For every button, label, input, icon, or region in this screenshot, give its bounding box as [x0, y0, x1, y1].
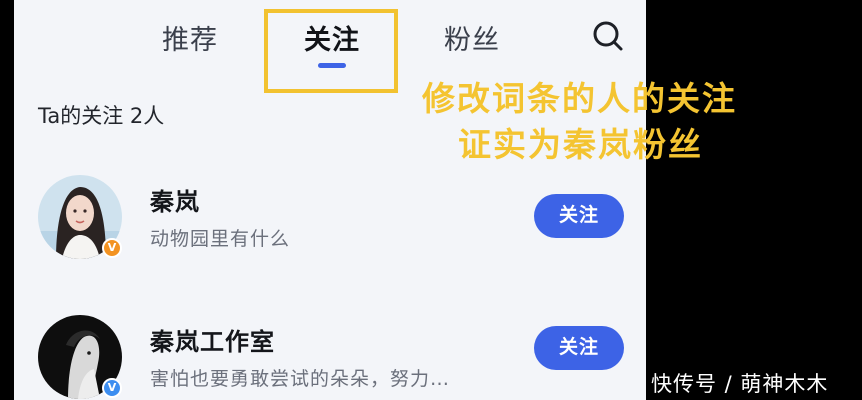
account-description: 害怕也要勇敢尝试的朵朵，努力…: [150, 368, 451, 390]
annotation-caption-line-2: 证实为秦岚粉丝: [458, 125, 703, 164]
list-item[interactable]: V 秦岚 动物园里有什么 关注: [14, 160, 646, 270]
search-button[interactable]: [590, 18, 626, 54]
search-icon: [593, 21, 623, 51]
annotation-caption-line-1: 修改词条的人的关注: [422, 79, 737, 118]
tab-recommend[interactable]: 推荐: [162, 18, 218, 57]
annotation-highlight-box: [264, 9, 398, 93]
tab-fans[interactable]: 粉丝: [444, 18, 500, 57]
verified-badge: V: [102, 378, 122, 398]
verified-badge: V: [102, 238, 122, 258]
screenshot-stage: 推荐 关注 粉丝 Ta的关注 2人 V 秦岚 动物园里有什么 关注 V 秦岚工作…: [0, 0, 862, 400]
list-item[interactable]: V 秦岚工作室 害怕也要勇敢尝试的朵朵，努力… 关注: [14, 300, 646, 400]
following-count-label: Ta的关注 2人: [38, 104, 165, 128]
follow-button[interactable]: 关注: [534, 326, 624, 370]
follow-button[interactable]: 关注: [534, 194, 624, 238]
watermark: 快传号 / 萌神木木: [651, 372, 829, 396]
account-description: 动物园里有什么: [150, 228, 291, 250]
account-name[interactable]: 秦岚: [150, 182, 200, 217]
app-screen: 推荐 关注 粉丝 Ta的关注 2人 V 秦岚 动物园里有什么 关注 V 秦岚工作…: [14, 0, 646, 400]
account-name[interactable]: 秦岚工作室: [150, 322, 275, 357]
